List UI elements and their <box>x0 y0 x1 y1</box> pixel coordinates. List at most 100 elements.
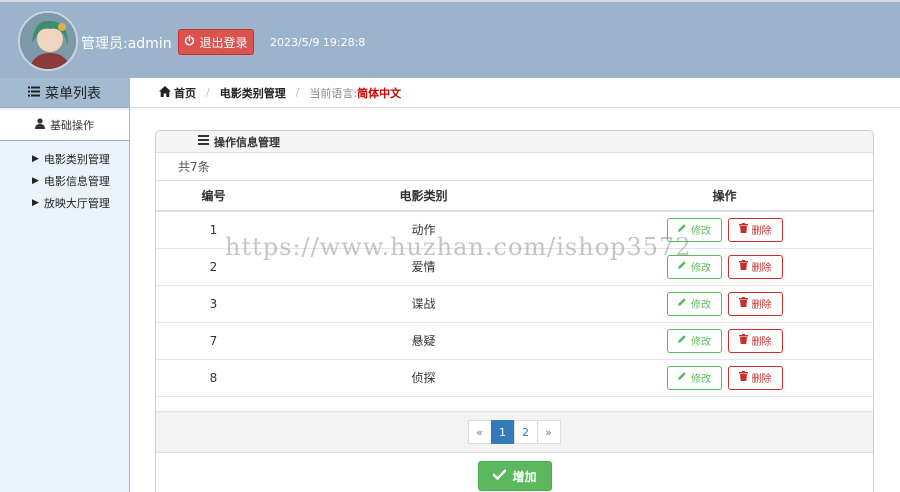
sidebar-section-label: 基础操作 <box>50 119 94 132</box>
edit-label: 修改 <box>691 337 711 348</box>
cell-type: 悬疑 <box>271 322 576 360</box>
delete-button[interactable]: 删除 <box>727 217 783 242</box>
pencil-icon <box>677 223 687 236</box>
table-row: 7 悬疑 修改 删除 <box>156 322 873 360</box>
delete-button[interactable]: 删除 <box>727 254 783 279</box>
delete-label: 删除 <box>751 263 772 274</box>
delete-button[interactable]: 删除 <box>727 328 783 353</box>
delete-label: 删除 <box>751 300 772 311</box>
cell-type: 爱情 <box>271 248 576 286</box>
sidebar-item-movie-info[interactable]: ▶ 电影信息管理 <box>0 170 129 192</box>
cell-id: 1 <box>156 211 271 249</box>
trash-icon <box>738 223 748 236</box>
cell-actions: 修改 删除 <box>576 359 873 397</box>
cell-id: 2 <box>156 248 271 286</box>
pagination: « 1 2 » <box>467 420 561 444</box>
admin-label: 管理员:admin <box>81 36 172 52</box>
breadcrumb-current[interactable]: 电影类别管理 <box>220 85 286 101</box>
language-value[interactable]: 简体中文 <box>357 85 401 101</box>
edit-label: 修改 <box>691 374 711 385</box>
cell-actions: 修改 删除 <box>576 285 873 323</box>
table-row: 8 侦探 修改 删除 <box>156 359 873 397</box>
home-icon[interactable] <box>159 85 171 100</box>
breadcrumb: 首页 / 电影类别管理 / 当前语言: 简体中文 <box>131 78 900 108</box>
record-count: 共7条 <box>156 153 873 181</box>
avatar[interactable] <box>18 11 78 71</box>
trash-icon <box>738 260 748 273</box>
delete-label: 删除 <box>751 374 772 385</box>
edit-button[interactable]: 修改 <box>666 291 722 316</box>
info-panel: 操作信息管理 共7条 编号 电影类别 操作 1 动作 修改删除 2 爱情 修改 <box>155 130 874 492</box>
delete-button[interactable]: 删除 <box>727 291 783 316</box>
sidebar-title-label: 菜单列表 <box>45 85 101 102</box>
page-prev[interactable]: « <box>467 420 492 444</box>
cell-id: 3 <box>156 285 271 323</box>
category-table: 编号 电影类别 操作 1 动作 修改 删除 2 爱情 修改 删除 3 谍战 修改… <box>156 181 873 397</box>
edit-button[interactable]: 修改 <box>666 328 722 353</box>
user-icon <box>35 118 45 132</box>
panel-heading: 操作信息管理 <box>156 131 873 153</box>
pager-bar: « 1 2 » <box>156 411 873 453</box>
pencil-icon <box>677 260 687 273</box>
sidebar-item-movie-category[interactable]: ▶ 电影类别管理 <box>0 148 129 170</box>
table-row: 1 动作 修改 删除 <box>156 211 873 249</box>
sidebar-item-label: 电影类别管理 <box>43 153 110 166</box>
column-header-type: 电影类别 <box>271 181 576 212</box>
trash-icon <box>738 297 748 310</box>
table-row: 3 谍战 修改 删除 <box>156 285 873 323</box>
column-header-id: 编号 <box>156 181 271 212</box>
avatar-image <box>20 13 76 69</box>
add-button[interactable]: 增加 <box>478 461 552 491</box>
cell-actions: 修改 删除 <box>576 211 873 249</box>
menu-icon <box>198 135 209 148</box>
breadcrumb-home[interactable]: 首页 <box>174 85 196 101</box>
cell-actions: 修改 删除 <box>576 322 873 360</box>
datetime: 2023/5/9 19:28:8 <box>270 36 366 49</box>
add-label: 增加 <box>512 469 537 484</box>
delete-label: 删除 <box>751 337 772 348</box>
edit-button[interactable]: 修改 <box>666 217 722 242</box>
trash-icon <box>738 334 748 347</box>
pencil-icon <box>677 297 687 310</box>
breadcrumb-separator: / <box>206 86 210 99</box>
sidebar-items: ▶ 电影类别管理 ▶ 电影信息管理 ▶ 放映大厅管理 <box>0 141 129 214</box>
check-icon <box>493 469 507 483</box>
triangle-right-icon: ▶ <box>32 198 39 208</box>
power-icon <box>184 35 195 49</box>
table-row: 2 爱情 修改 删除 <box>156 248 873 286</box>
panel-title: 操作信息管理 <box>214 135 280 149</box>
cell-type: 动作 <box>271 211 576 249</box>
triangle-right-icon: ▶ <box>32 176 39 186</box>
delete-button[interactable]: 删除 <box>727 365 783 390</box>
edit-label: 修改 <box>691 226 711 238</box>
pencil-icon <box>677 334 687 347</box>
trash-icon <box>738 371 748 384</box>
cell-type: 谍战 <box>271 285 576 323</box>
list-icon <box>28 85 40 101</box>
sidebar-item-label: 电影信息管理 <box>43 175 110 188</box>
pencil-icon <box>677 371 687 384</box>
cell-actions: 修改 删除 <box>576 248 873 286</box>
edit-button[interactable]: 修改 <box>666 254 722 279</box>
logout-label: 退出登录 <box>199 35 248 50</box>
edit-button[interactable]: 修改 <box>666 365 722 390</box>
logout-button[interactable]: 退出登录 <box>178 29 254 55</box>
sidebar-item-hall[interactable]: ▶ 放映大厅管理 <box>0 192 129 214</box>
top-header: 管理员:admin 退出登录 2023/5/9 19:28:8 <box>0 0 900 78</box>
page-1[interactable]: 1 <box>490 420 515 444</box>
cell-id: 8 <box>156 359 271 397</box>
column-header-actions: 操作 <box>576 181 873 212</box>
page-2[interactable]: 2 <box>513 420 538 444</box>
sidebar: 菜单列表 基础操作 ▶ 电影类别管理 ▶ 电影信息管理 ▶ 放映大厅管理 <box>0 78 130 492</box>
language-label: 当前语言: <box>309 86 358 100</box>
sidebar-item-label: 放映大厅管理 <box>43 197 110 210</box>
sidebar-section-basic[interactable]: 基础操作 <box>0 110 129 141</box>
cell-type: 侦探 <box>271 359 576 397</box>
edit-label: 修改 <box>691 300 711 311</box>
triangle-right-icon: ▶ <box>32 154 39 164</box>
page-next[interactable]: » <box>536 420 561 444</box>
table-header-row: 编号 电影类别 操作 <box>156 181 873 212</box>
delete-label: 删除 <box>751 226 772 238</box>
breadcrumb-separator: / <box>295 86 300 99</box>
sidebar-title: 菜单列表 <box>0 78 129 108</box>
